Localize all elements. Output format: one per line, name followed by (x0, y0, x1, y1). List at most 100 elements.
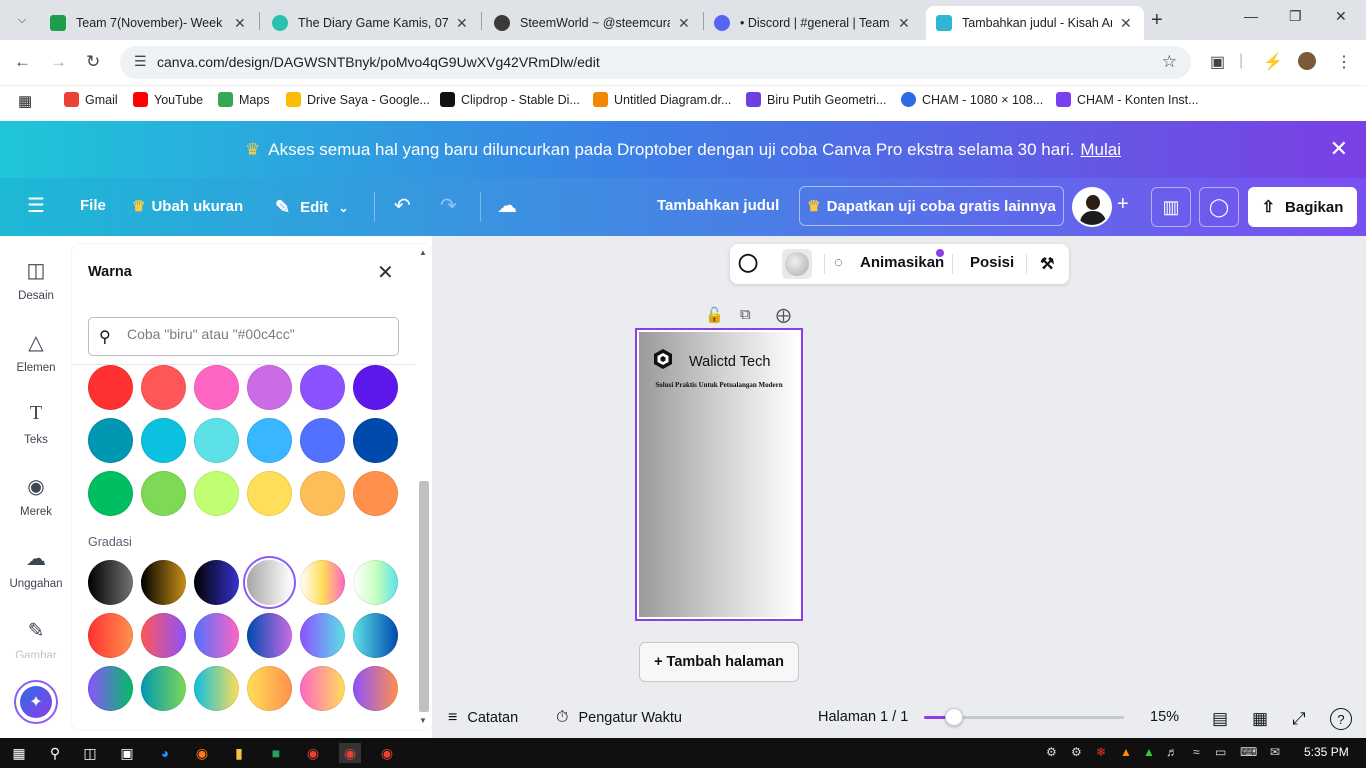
gradient-swatch[interactable] (141, 666, 186, 711)
color-swatch[interactable] (88, 471, 133, 516)
timer-button[interactable]: ⏱ Pengatur Waktu (556, 709, 682, 727)
chrome-profile-icon[interactable]: ◉ (376, 743, 398, 763)
color-swatch[interactable] (247, 418, 292, 463)
tab-search-icon[interactable]: ⌵ (8, 7, 36, 33)
close-tab-icon[interactable]: ✕ (1120, 15, 1132, 32)
color-swatch[interactable] (247, 471, 292, 516)
zoom-slider[interactable] (924, 708, 1124, 726)
store-icon[interactable]: ▣ (116, 743, 138, 763)
taskbar-clock[interactable]: 5:35 PM (1304, 745, 1349, 759)
minimize-icon[interactable]: — (1244, 8, 1258, 24)
ai-edit-icon[interactable]: ◯ (738, 252, 758, 273)
task-view-icon[interactable]: ◫ (79, 743, 101, 763)
gradient-swatch[interactable] (194, 613, 239, 658)
rail-item-elements[interactable]: △ Elemen (0, 330, 72, 374)
file-explorer-icon[interactable]: ▮ (228, 743, 250, 763)
scroll-up-arrow-icon[interactable]: ▲ (419, 248, 427, 257)
promo-start-link[interactable]: Mulai (1080, 140, 1121, 160)
color-swatch[interactable] (88, 365, 133, 410)
browser-tab-active[interactable]: Tambahkan judul - Kisah An ✕ (926, 6, 1144, 40)
color-swatch[interactable] (194, 471, 239, 516)
color-swatch[interactable] (141, 471, 186, 516)
comment-icon[interactable]: ◯ (1199, 187, 1239, 227)
edit-menu[interactable]: ✎ Edit ⌄ (275, 197, 349, 218)
file-menu[interactable]: File (80, 197, 106, 214)
gradient-swatch[interactable] (353, 666, 398, 711)
undo-icon[interactable]: ↶ (394, 193, 411, 218)
apps-grid-icon[interactable]: ▦ (18, 92, 32, 110)
wifi-icon[interactable]: ≈ (1193, 745, 1200, 759)
gradient-swatch[interactable] (141, 613, 186, 658)
hamburger-menu-icon[interactable]: ☰ (27, 193, 45, 218)
close-tab-icon[interactable]: ✕ (456, 15, 468, 32)
grid-view-icon[interactable]: ▦ (1252, 709, 1268, 729)
spreadsheet-app-icon[interactable]: ■ (265, 743, 287, 763)
gradient-swatch[interactable] (300, 560, 345, 605)
rail-item-brand[interactable]: ◉ Merek (0, 474, 72, 518)
gradient-swatch[interactable] (247, 666, 292, 711)
browser-tab-2[interactable]: The Diary Game Kamis, 07 N ✕ (262, 6, 480, 40)
volume-icon[interactable]: ♬ (1166, 745, 1178, 759)
gradient-swatch[interactable] (88, 560, 133, 605)
insights-chart-icon[interactable]: ▥ (1151, 187, 1191, 227)
tray-app-icon[interactable]: ▲ (1143, 745, 1155, 759)
color-search-input[interactable] (127, 326, 387, 342)
color-swatch[interactable] (88, 418, 133, 463)
gradient-swatch[interactable] (141, 560, 186, 605)
fullscreen-icon[interactable]: ⤢ (1292, 709, 1306, 729)
gradient-swatch[interactable] (300, 613, 345, 658)
keyboard-icon[interactable]: ⌨ (1240, 745, 1257, 759)
bookmark-biru-putih[interactable]: Biru Putih Geometri... (746, 92, 887, 107)
add-page-button[interactable]: + Tambah halaman (639, 642, 799, 682)
firefox-icon[interactable]: ◉ (191, 743, 213, 763)
bookmark-clipdrop[interactable]: Clipdrop - Stable Di... (440, 92, 580, 107)
close-tab-icon[interactable]: ✕ (234, 15, 246, 32)
rail-item-draw[interactable]: ✎ Gambar (0, 618, 72, 658)
user-avatar[interactable] (1072, 187, 1112, 227)
color-search-field[interactable]: ⚲ (88, 317, 399, 356)
bookmark-cham-1080[interactable]: CHAM - 1080 × 108... (901, 92, 1043, 107)
notes-button[interactable]: ≡ Catatan (448, 709, 518, 727)
chrome-icon[interactable]: ◉ (302, 743, 324, 763)
new-tab-icon[interactable]: + (1151, 9, 1163, 32)
tray-app-icon[interactable]: ▲ (1120, 745, 1132, 759)
color-swatch[interactable] (141, 418, 186, 463)
color-swatch[interactable] (353, 418, 398, 463)
close-window-icon[interactable]: ✕ (1335, 8, 1347, 25)
color-swatch[interactable] (300, 365, 345, 410)
notification-icon[interactable]: ✉ (1270, 745, 1280, 759)
close-banner-icon[interactable]: ✕ (1330, 136, 1348, 162)
edge-icon[interactable]: ◕ (154, 743, 176, 763)
invite-plus-icon[interactable]: + (1117, 193, 1129, 216)
browser-tab-4[interactable]: • Discord | #general | Team-7 ✕ (704, 6, 922, 40)
lock-page-icon[interactable]: 🔓 (705, 306, 724, 324)
close-tab-icon[interactable]: ✕ (678, 15, 690, 32)
gradient-swatch[interactable] (194, 560, 239, 605)
animate-button[interactable]: Animasikan (860, 254, 944, 271)
tray-app-icon[interactable]: ⚙ (1071, 745, 1082, 759)
redo-icon[interactable]: ↷ (440, 193, 457, 218)
color-swatch[interactable] (194, 418, 239, 463)
free-trial-button[interactable]: ♛ Dapatkan uji coba gratis lainnya (799, 186, 1064, 226)
color-swatch[interactable] (353, 471, 398, 516)
close-panel-icon[interactable]: ✕ (377, 260, 394, 285)
reload-icon[interactable]: ↻ (86, 52, 100, 72)
design-page[interactable]: Walictd Tech Solusi Praktis Untuk Petual… (635, 328, 803, 621)
magic-assistant-button[interactable]: ✦ (14, 680, 58, 724)
page-view-icon[interactable]: ▤ (1212, 709, 1228, 729)
restore-icon[interactable]: ❐ (1289, 8, 1302, 25)
performance-icon[interactable]: ⚡ (1263, 52, 1283, 72)
site-info-icon[interactable]: ☰ (134, 53, 147, 70)
chrome-active-icon[interactable]: ◉ (339, 743, 361, 763)
back-icon[interactable]: ← (14, 52, 31, 72)
color-swatch[interactable] (300, 418, 345, 463)
profile-avatar[interactable] (1298, 52, 1316, 70)
windows-start-icon[interactable]: ▦ (8, 743, 30, 763)
tray-app-icon[interactable]: ⚙ (1046, 745, 1057, 759)
scroll-down-arrow-icon[interactable]: ▼ (419, 716, 427, 725)
gradient-swatch[interactable] (247, 613, 292, 658)
color-swatch[interactable] (194, 365, 239, 410)
design-title[interactable]: Tambahkan judul (657, 197, 779, 214)
gradient-swatch[interactable] (247, 560, 292, 605)
gradient-swatch[interactable] (353, 613, 398, 658)
